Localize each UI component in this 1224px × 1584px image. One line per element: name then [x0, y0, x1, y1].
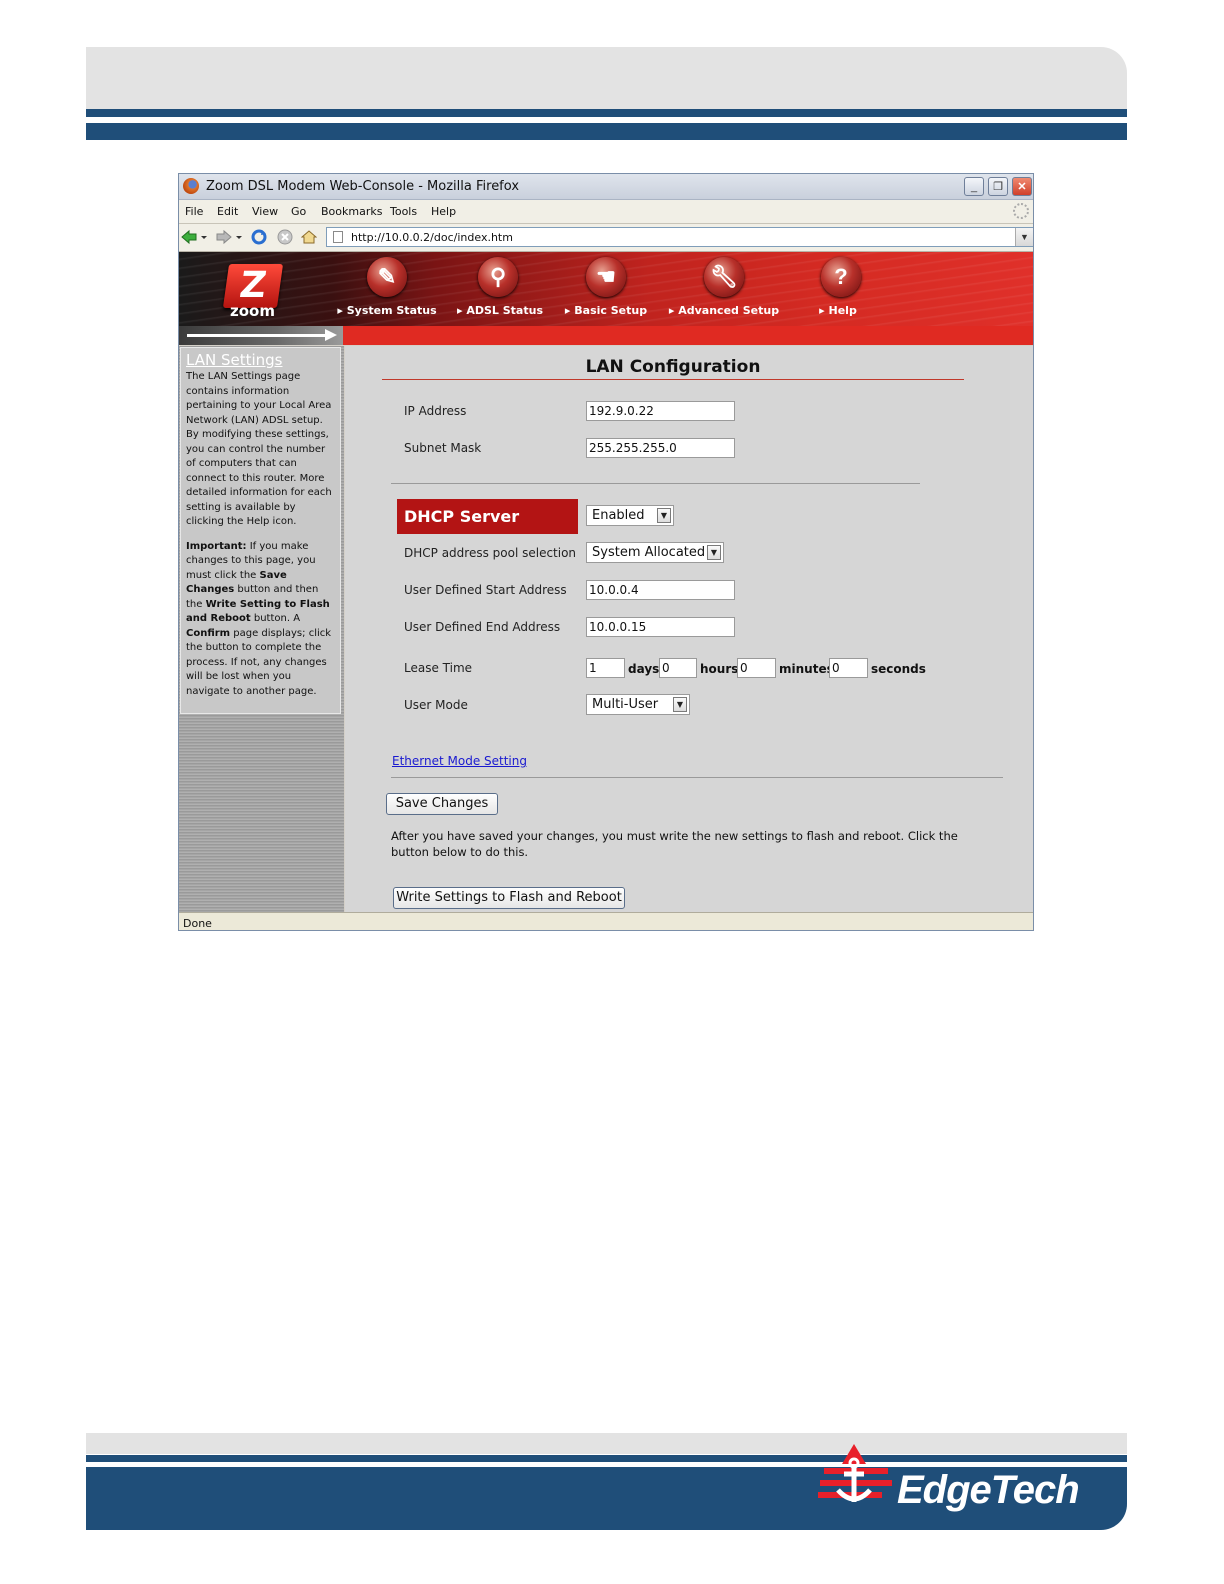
- menu-help[interactable]: Help: [431, 205, 456, 218]
- menu-tools[interactable]: Tools: [390, 205, 417, 218]
- banner-red-bar: [179, 326, 1033, 345]
- firefox-icon: [183, 178, 199, 194]
- nav-basic-setup[interactable]: ☚ ▸ Basic Setup: [546, 257, 666, 323]
- ip-address-input[interactable]: 192.9.0.22: [586, 401, 735, 421]
- chevron-down-icon: ▼: [657, 508, 671, 523]
- address-url: http://10.0.0.2/doc/index.htm: [351, 231, 513, 244]
- address-bar[interactable]: http://10.0.0.2/doc/index.htm ▼: [326, 227, 1033, 247]
- page-header-band: [86, 47, 1127, 109]
- home-icon[interactable]: [301, 229, 317, 245]
- title-bar: Zoom DSL Modem Web-Console - Mozilla Fir…: [179, 174, 1033, 200]
- help-panel: LAN Settings The LAN Settings page conta…: [180, 347, 341, 714]
- flash-note: After you have saved your changes, you m…: [391, 829, 958, 859]
- nav-advanced-setup[interactable]: 🔧︎ ▸ Advanced Setup: [664, 257, 784, 323]
- nav-label: ▸ System Status: [337, 304, 437, 317]
- nav-system-status[interactable]: ✎ ▸ System Status: [327, 257, 447, 323]
- save-changes-button[interactable]: Save Changes: [386, 793, 498, 815]
- nav-label: ▸ Basic Setup: [564, 304, 648, 317]
- arrow-line: [187, 334, 327, 337]
- dhcp-server-select[interactable]: Enabled ▼: [586, 505, 674, 526]
- hand-icon: ☚: [586, 257, 626, 297]
- subnet-mask-label: Subnet Mask: [404, 441, 482, 455]
- menu-file[interactable]: File: [185, 205, 203, 218]
- days-unit: days: [628, 662, 660, 676]
- forward-dropdown-icon[interactable]: [235, 229, 243, 245]
- ip-address-label: IP Address: [404, 404, 467, 418]
- page-header-stripe: [86, 109, 1127, 117]
- wrench-icon: 🔧︎: [704, 257, 744, 297]
- nav-adsl-status[interactable]: ⚲ ▸ ADSL Status: [440, 257, 560, 323]
- minutes-unit: minutes: [779, 662, 834, 676]
- address-dropdown-icon[interactable]: ▼: [1015, 228, 1033, 246]
- menu-view[interactable]: View: [252, 205, 278, 218]
- help-important: Important: If you make changes to this p…: [186, 540, 332, 697]
- menu-edit[interactable]: Edit: [217, 205, 238, 218]
- user-mode-label: User Mode: [404, 698, 468, 712]
- seconds-unit: seconds: [871, 662, 926, 676]
- navigation-toolbar: http://10.0.0.2/doc/index.htm ▼: [179, 224, 1033, 252]
- main-content: LAN Configuration IP Address 192.9.0.22 …: [345, 346, 1033, 912]
- dhcp-pool-select[interactable]: System Allocated ▼: [586, 542, 724, 563]
- nav-label: ▸ Advanced Setup: [668, 304, 780, 317]
- status-text: Done: [183, 917, 212, 930]
- browser-window: Zoom DSL Modem Web-Console - Mozilla Fir…: [178, 173, 1034, 931]
- throbber-icon: [1013, 203, 1029, 219]
- folder-icon: ✎: [367, 257, 407, 297]
- reload-icon[interactable]: [251, 229, 267, 245]
- menu-bookmarks[interactable]: Bookmarks: [321, 205, 382, 218]
- minimize-button[interactable]: _: [964, 177, 984, 196]
- lease-hours-input[interactable]: 0: [659, 658, 697, 678]
- nav-help[interactable]: ? ▸ Help: [778, 257, 898, 323]
- end-address-input[interactable]: 10.0.0.15: [586, 617, 735, 637]
- hours-unit: hours: [700, 662, 739, 676]
- chevron-down-icon: ▼: [707, 545, 721, 560]
- magnifier-icon: ⚲: [478, 257, 518, 297]
- zoom-logo-text: zoom: [230, 302, 275, 320]
- lease-time-label: Lease Time: [404, 661, 473, 675]
- page-title: LAN Configuration: [585, 357, 761, 377]
- page-icon: [333, 231, 343, 243]
- dhcp-pool-label: DHCP address pool selection: [404, 546, 577, 560]
- section-divider: [391, 483, 920, 484]
- sidebar: LAN Settings The LAN Settings page conta…: [179, 346, 344, 912]
- status-bar: Done: [179, 912, 1033, 930]
- forward-icon[interactable]: [216, 229, 232, 245]
- nav-label: ▸ ADSL Status: [456, 304, 543, 317]
- ethernet-mode-link[interactable]: Ethernet Mode Setting: [392, 754, 527, 768]
- restore-button[interactable]: ❐: [988, 177, 1008, 196]
- menu-bar: File Edit View Go Bookmarks Tools Help: [179, 200, 1033, 224]
- user-mode-select[interactable]: Multi-User ▼: [586, 694, 690, 715]
- close-button[interactable]: ✕: [1012, 177, 1032, 196]
- arrow-bar: [179, 326, 343, 345]
- zoom-banner: Z zoom ✎ ▸ System Status ⚲ ▸ ADSL Status…: [179, 252, 1033, 326]
- arrow-right-icon: [325, 329, 337, 341]
- chevron-down-icon: ▼: [673, 697, 687, 712]
- dhcp-server-header: DHCP Server: [397, 499, 578, 534]
- form-divider: [391, 777, 1003, 778]
- lease-minutes-input[interactable]: 0: [737, 658, 776, 678]
- page-header-bar: [86, 123, 1127, 140]
- window-title: Zoom DSL Modem Web-Console - Mozilla Fir…: [206, 179, 520, 194]
- menu-go[interactable]: Go: [291, 205, 306, 218]
- back-icon[interactable]: [181, 229, 197, 245]
- subnet-mask-input[interactable]: 255.255.255.0: [586, 438, 735, 458]
- help-title: LAN Settings: [186, 351, 283, 369]
- write-flash-reboot-button[interactable]: Write Settings to Flash and Reboot: [393, 887, 625, 909]
- help-text: The LAN Settings page contains informati…: [186, 371, 332, 527]
- title-divider: [382, 379, 964, 380]
- back-dropdown-icon[interactable]: [200, 229, 208, 245]
- lease-seconds-input[interactable]: 0: [829, 658, 868, 678]
- question-icon: ?: [821, 257, 861, 297]
- start-address-label: User Defined Start Address: [404, 583, 567, 597]
- lease-days-input[interactable]: 1: [586, 658, 625, 678]
- start-address-input[interactable]: 10.0.0.4: [586, 580, 735, 600]
- stop-icon[interactable]: [277, 229, 293, 245]
- end-address-label: User Defined End Address: [404, 620, 561, 634]
- nav-label: ▸ Help: [819, 304, 857, 317]
- edgetech-brand-text: EdgeTech: [897, 1468, 1080, 1512]
